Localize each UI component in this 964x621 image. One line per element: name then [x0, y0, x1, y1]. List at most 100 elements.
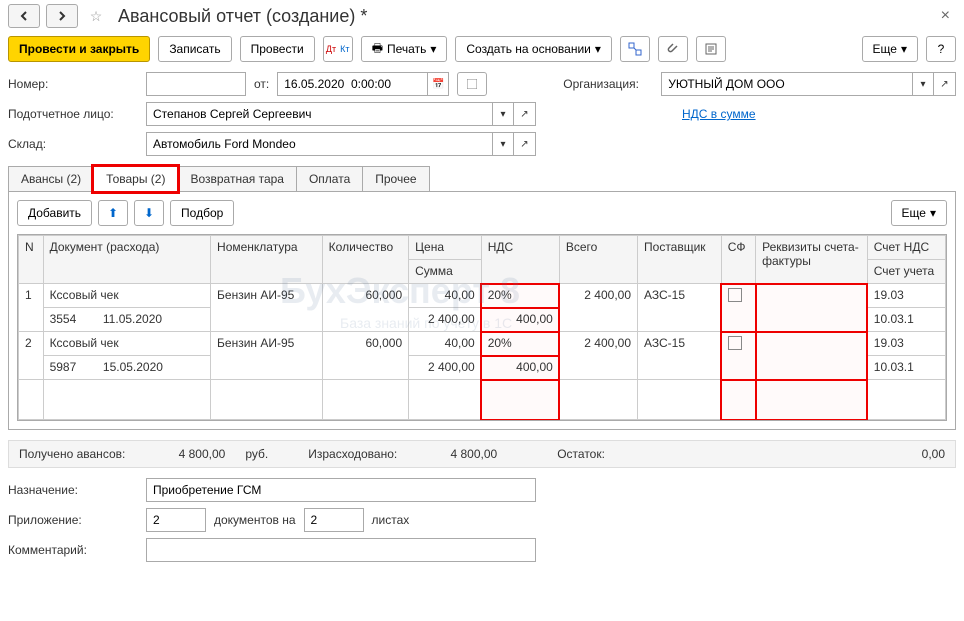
cell-vat-rate[interactable]: 20% — [481, 332, 559, 356]
report-button[interactable] — [696, 36, 726, 62]
dropdown-icon[interactable]: ▾ — [912, 72, 934, 96]
table-row[interactable]: 2Кссовый чекБензин АИ-9560,00040,0020%2 … — [19, 332, 946, 356]
sheets-count-input[interactable] — [304, 508, 364, 532]
post-and-close-button[interactable]: Провести и закрыть — [8, 36, 150, 62]
cell-n[interactable]: 1 — [19, 284, 44, 332]
cell-n[interactable]: 2 — [19, 332, 44, 380]
cell-nomen[interactable]: Бензин АИ-95 — [211, 332, 323, 380]
col-qty[interactable]: Количество — [322, 236, 408, 284]
cell-supplier[interactable]: АЗС-15 — [638, 332, 722, 380]
docs-count-input[interactable] — [146, 508, 206, 532]
favorite-star-icon[interactable]: ☆ — [84, 4, 108, 28]
cell-vat-amount[interactable]: 400,00 — [481, 356, 559, 380]
col-nomen[interactable]: Номенклатура — [211, 236, 323, 284]
cell-doc-type[interactable]: Кссовый чек — [43, 284, 210, 308]
tab-payment[interactable]: Оплата — [296, 166, 363, 191]
cell-price[interactable]: 40,00 — [409, 332, 482, 356]
row-person: Подотчетное лицо: ▾ ↗ НДС в сумме — [8, 102, 956, 126]
col-price[interactable]: Цена — [409, 236, 482, 260]
move-down-button[interactable]: ⬇ — [134, 200, 164, 226]
col-acct-vat[interactable]: Счет НДС — [867, 236, 945, 260]
cell-sum[interactable]: 2 400,00 — [409, 356, 482, 380]
date-input-group: 📅 — [277, 72, 449, 96]
col-invoice[interactable]: Реквизиты счета-фактуры — [756, 236, 868, 284]
summary-bar: Получено авансов: 4 800,00 руб. Израсход… — [8, 440, 956, 468]
tab-advances[interactable]: Авансы (2) — [8, 166, 94, 191]
currency: руб. — [245, 447, 268, 461]
org-input[interactable] — [661, 72, 912, 96]
open-icon[interactable]: ↗ — [514, 102, 536, 126]
cell-invoice[interactable] — [756, 284, 868, 332]
person-input[interactable] — [146, 102, 492, 126]
save-button[interactable]: Записать — [158, 36, 231, 62]
related-button[interactable] — [620, 36, 650, 62]
cell-invoice[interactable] — [756, 332, 868, 380]
cell-price[interactable]: 40,00 — [409, 284, 482, 308]
add-row-button[interactable]: Добавить — [17, 200, 92, 226]
row-number-date-org: Номер: от: 📅 Организация: ▾ ↗ — [8, 72, 956, 96]
cell-sf[interactable] — [721, 284, 755, 332]
tab-goods[interactable]: Товары (2) — [93, 166, 178, 192]
cell-total[interactable]: 2 400,00 — [559, 332, 637, 380]
table-row[interactable]: 1Кссовый чекБензин АИ-9560,00040,0020%2 … — [19, 284, 946, 308]
back-button[interactable] — [8, 4, 40, 28]
cell-doc-type[interactable]: Кссовый чек — [43, 332, 210, 356]
balance-label: Остаток: — [557, 447, 605, 461]
open-icon[interactable]: ↗ — [514, 132, 536, 156]
cell-doc-numdate[interactable]: 3554 11.05.2020 — [43, 308, 210, 332]
cell-total[interactable]: 2 400,00 — [559, 284, 637, 332]
close-button[interactable]: × — [935, 7, 956, 25]
col-doc[interactable]: Документ (расхода) — [43, 236, 210, 284]
help-button[interactable]: ? — [926, 36, 956, 62]
cell-qty[interactable]: 60,000 — [322, 284, 408, 332]
open-icon[interactable]: ↗ — [934, 72, 956, 96]
post-button[interactable]: Провести — [240, 36, 315, 62]
cell-sf[interactable] — [721, 332, 755, 380]
dt-kt-button[interactable]: ДтКт — [323, 36, 353, 62]
pick-button[interactable]: Подбор — [170, 200, 234, 226]
dropdown-icon[interactable]: ▾ — [492, 102, 514, 126]
date-input[interactable] — [277, 72, 427, 96]
col-acct[interactable]: Счет учета — [867, 260, 945, 284]
cell-doc-numdate[interactable]: 5987 15.05.2020 — [43, 356, 210, 380]
tab-returnable[interactable]: Возвратная тара — [177, 166, 297, 191]
cell-acct[interactable]: 10.03.1 — [867, 356, 945, 380]
comment-input[interactable] — [146, 538, 536, 562]
cell-nomen[interactable]: Бензин АИ-95 — [211, 284, 323, 332]
cell-acct-vat[interactable]: 19.03 — [867, 284, 945, 308]
unknown-small-button[interactable] — [457, 72, 487, 96]
cell-vat-rate[interactable]: 20% — [481, 284, 559, 308]
col-total[interactable]: Всего — [559, 236, 637, 284]
col-vat[interactable]: НДС — [481, 236, 559, 284]
row-warehouse: Склад: ▾ ↗ — [8, 132, 956, 156]
number-input[interactable] — [146, 72, 246, 96]
sf-checkbox[interactable] — [728, 336, 742, 350]
attach-button[interactable] — [658, 36, 688, 62]
tab-other[interactable]: Прочее — [362, 166, 429, 191]
vat-mode-link[interactable]: НДС в сумме — [682, 107, 756, 121]
comment-label: Комментарий: — [8, 543, 138, 557]
forward-button[interactable] — [46, 4, 78, 28]
create-based-button[interactable]: Создать на основании ▾ — [455, 36, 612, 62]
print-button[interactable]: 🖶 Печать ▾ — [361, 36, 448, 62]
dropdown-icon[interactable]: ▾ — [492, 132, 514, 156]
sf-checkbox[interactable] — [728, 288, 742, 302]
cell-vat-amount[interactable]: 400,00 — [481, 308, 559, 332]
col-n[interactable]: N — [19, 236, 44, 284]
cell-acct-vat[interactable]: 19.03 — [867, 332, 945, 356]
chevron-down-icon: ▾ — [901, 42, 907, 56]
move-up-button[interactable]: ⬆ — [98, 200, 128, 226]
calendar-icon[interactable]: 📅 — [427, 72, 449, 96]
more-button[interactable]: Еще ▾ — [862, 36, 918, 62]
tab-more-button[interactable]: Еще ▾ — [891, 200, 947, 226]
cell-supplier[interactable]: АЗС-15 — [638, 284, 722, 332]
warehouse-input[interactable] — [146, 132, 492, 156]
col-sum[interactable]: Сумма — [409, 260, 482, 284]
cell-qty[interactable]: 60,000 — [322, 332, 408, 380]
cell-acct[interactable]: 10.03.1 — [867, 308, 945, 332]
purpose-input[interactable] — [146, 478, 536, 502]
col-supplier[interactable]: Поставщик — [638, 236, 722, 284]
cell-sum[interactable]: 2 400,00 — [409, 308, 482, 332]
person-label: Подотчетное лицо: — [8, 107, 138, 121]
col-sf[interactable]: СФ — [721, 236, 755, 284]
